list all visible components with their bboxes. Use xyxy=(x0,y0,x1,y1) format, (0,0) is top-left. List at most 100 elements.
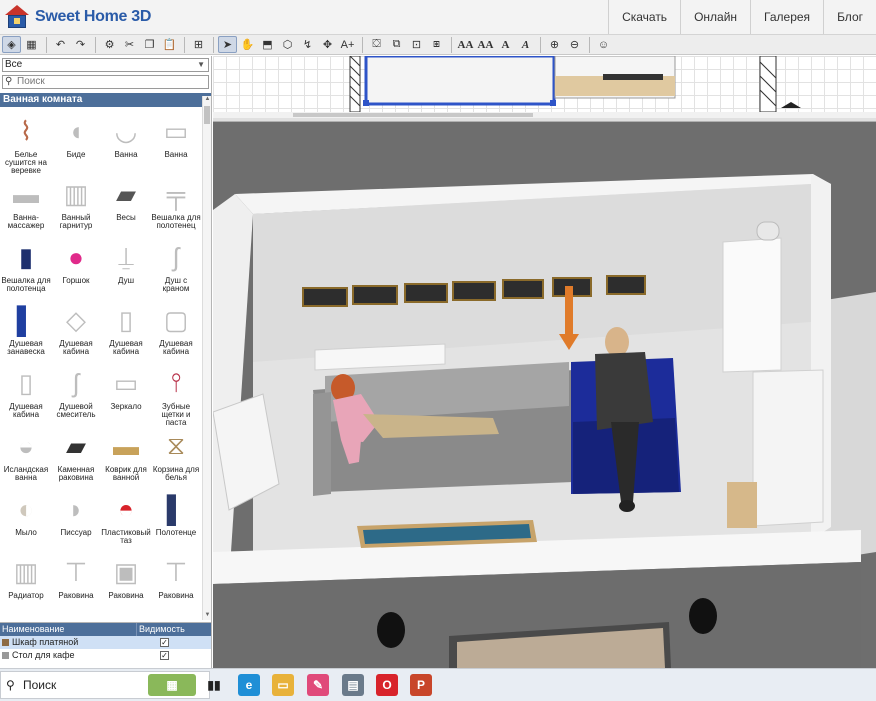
create-walls-icon[interactable]: ⬒ xyxy=(258,36,277,53)
catalog-item[interactable]: ▥ Ванный гарнитур xyxy=(51,173,101,235)
towel-rack-icon: ╤ xyxy=(166,178,186,209)
view-plan-icon[interactable]: ▦ xyxy=(22,36,41,53)
opera-browser-icon[interactable]: O xyxy=(376,674,398,696)
catalog-item[interactable]: ⧖ Корзина для белья xyxy=(151,425,201,487)
scroll-thumb[interactable] xyxy=(293,113,533,117)
furniture-table: Наименование Видимость Шкаф платяной ✓ С… xyxy=(0,622,211,668)
catalog-item[interactable]: ▢ Душевая кабина xyxy=(151,299,201,361)
zoom-out-icon[interactable]: ⊖ xyxy=(565,36,584,53)
os-taskbar: ⚲ Поиск ▦ ▮▮ e ▭ ✎ ▤ O P xyxy=(0,668,876,701)
catalog-item-label: Раковина xyxy=(108,591,144,600)
catalog-item[interactable]: ◖ Биде xyxy=(51,110,101,172)
jacuzzi-icon: ▬ xyxy=(13,178,39,209)
bathroom-set-icon: ▥ xyxy=(63,178,89,209)
catalog-item[interactable]: ⌇ Белье сушится на веревке xyxy=(1,110,51,175)
category-select[interactable]: Все ▼ xyxy=(2,58,209,72)
table-row[interactable]: Шкаф платяной ✓ xyxy=(0,636,211,649)
catalog-item[interactable]: ◗ Писсуар xyxy=(51,488,101,550)
create-dimensions-icon[interactable]: ✥ xyxy=(318,36,337,53)
preferences-icon[interactable]: ⚙ xyxy=(100,36,119,53)
nav-gallery[interactable]: Галерея xyxy=(750,0,823,34)
nav-online[interactable]: Онлайн xyxy=(680,0,750,34)
task-view-icon[interactable]: ▮▮ xyxy=(203,674,225,696)
group-icon[interactable]: ⧉ xyxy=(387,36,406,53)
catalog-item[interactable]: ◓ Пластиковый таз xyxy=(101,488,151,550)
plan-view[interactable] xyxy=(213,56,876,118)
add-furniture-icon[interactable]: ⊞ xyxy=(189,36,208,53)
catalog-item[interactable]: ʃ Душевой смеситель xyxy=(51,362,101,424)
catalog-item[interactable]: ▬ Коврик для ванной xyxy=(101,425,151,487)
scroll-up-icon[interactable]: ▲ xyxy=(203,96,212,104)
catalog-item[interactable]: ▭ Зеркало xyxy=(101,362,151,424)
nav-blog[interactable]: Блог xyxy=(823,0,876,34)
visibility-checkbox[interactable]: ✓ xyxy=(160,651,169,660)
catalog-item[interactable]: ▣ Раковина xyxy=(101,551,151,613)
paste-icon[interactable]: 📋 xyxy=(160,36,179,53)
catalog-item[interactable]: ⫯ Зубные щетки и паста xyxy=(151,362,201,427)
catalog-item[interactable]: ▰ Каменная раковина xyxy=(51,425,101,487)
paint-icon[interactable]: ✎ xyxy=(307,674,329,696)
pan-hand-icon[interactable]: ✋ xyxy=(238,36,257,53)
catalog-item-label: Душевой смеситель xyxy=(56,402,96,419)
file-explorer-icon[interactable]: ▭ xyxy=(272,674,294,696)
catalog-item[interactable]: ▰ Весы xyxy=(101,173,151,235)
catalog-item[interactable]: ▬ Ванна-массажер xyxy=(1,173,51,235)
undo-icon[interactable]: ↶ xyxy=(51,36,70,53)
catalog-item[interactable]: ⍊ Душ xyxy=(101,236,151,298)
zoom-in-icon[interactable]: ⊕ xyxy=(545,36,564,53)
create-polylines-icon[interactable]: ↯ xyxy=(298,36,317,53)
3d-view[interactable] xyxy=(213,122,876,668)
calculator-icon[interactable]: ▤ xyxy=(342,674,364,696)
stone-sink-icon: ▰ xyxy=(66,430,86,461)
view-3d-icon[interactable]: ◈ xyxy=(2,36,21,53)
chevron-down-icon: ▼ xyxy=(197,60,205,69)
bold-text-icon[interactable]: A xyxy=(496,36,515,53)
catalog-search-input[interactable]: ⚲ Поиск xyxy=(2,75,209,89)
scroll-down-icon[interactable]: ▼ xyxy=(203,612,212,620)
visibility-checkbox[interactable]: ✓ xyxy=(160,638,169,647)
catalog-item[interactable]: ● Горшок xyxy=(51,236,101,298)
powerpoint-icon[interactable]: P xyxy=(410,674,432,696)
catalog-item[interactable]: ◡ Ванна xyxy=(101,110,151,172)
shower-cabin-icon: ▯ xyxy=(118,304,134,335)
catalog-item[interactable]: ▥ Радиатор xyxy=(1,551,51,613)
cut-icon[interactable]: ✂ xyxy=(120,36,139,53)
photo-icon[interactable]: ⧆ xyxy=(427,36,446,53)
catalog-item[interactable]: ʃ Душ с краном xyxy=(151,236,201,298)
catalog-item[interactable]: ▯ Душевая кабина xyxy=(101,299,151,361)
copy-icon[interactable]: ❐ xyxy=(140,36,159,53)
toolbar-separator xyxy=(184,36,185,53)
catalog-item[interactable]: ⊤ Раковина xyxy=(51,551,101,613)
catalog-scrollbar[interactable]: ▲ ▼ xyxy=(202,96,211,620)
column-name[interactable]: Наименование xyxy=(0,623,137,636)
category-header[interactable]: Ванная комната xyxy=(0,93,211,107)
catalog-item-label: Раковина xyxy=(58,591,94,600)
create-rooms-icon[interactable]: ⬡ xyxy=(278,36,297,53)
redo-icon[interactable]: ↷ xyxy=(71,36,90,53)
weather-widget-icon[interactable]: ▦ xyxy=(148,674,196,696)
table-row[interactable]: Стол для кафе ✓ xyxy=(0,649,211,662)
catalog-item[interactable]: ▮ Вешалка для полотенца xyxy=(1,236,51,298)
virtual-visitor-icon[interactable]: ☺ xyxy=(594,36,613,53)
catalog-item[interactable]: ▌ Полотенце xyxy=(151,488,201,550)
import-texture-icon[interactable]: ⊡ xyxy=(407,36,426,53)
catalog-item[interactable]: ▌ Душевая занавеска xyxy=(1,299,51,361)
increase-text-icon[interactable]: AA xyxy=(456,36,475,53)
catalog-item[interactable]: ◐ Мыло xyxy=(1,488,51,550)
decrease-text-icon[interactable]: AA xyxy=(476,36,495,53)
column-visibility[interactable]: Видимость xyxy=(137,623,197,636)
catalog-item[interactable]: ╤ Вешалка для полотенец xyxy=(151,173,201,235)
add-text-icon[interactable]: A+ xyxy=(338,36,357,53)
import-furniture-icon[interactable]: ⛋ xyxy=(367,36,386,53)
italic-text-icon[interactable]: A xyxy=(516,36,535,53)
nav-download[interactable]: Скачать xyxy=(608,0,680,34)
catalog-item[interactable]: ▯ Душевая кабина xyxy=(1,362,51,424)
catalog-item[interactable]: ▭ Ванна xyxy=(151,110,201,172)
select-arrow-icon[interactable]: ➤ xyxy=(218,36,237,53)
catalog-item[interactable]: ◒ Исландская ванна xyxy=(1,425,51,487)
catalog-item[interactable]: ⊤ Раковина xyxy=(151,551,201,613)
catalog-item[interactable]: ◇ Душевая кабина xyxy=(51,299,101,361)
scroll-thumb[interactable] xyxy=(204,106,210,124)
app-logo[interactable]: Sweet Home 3D xyxy=(4,5,151,29)
edge-browser-icon[interactable]: e xyxy=(238,674,260,696)
